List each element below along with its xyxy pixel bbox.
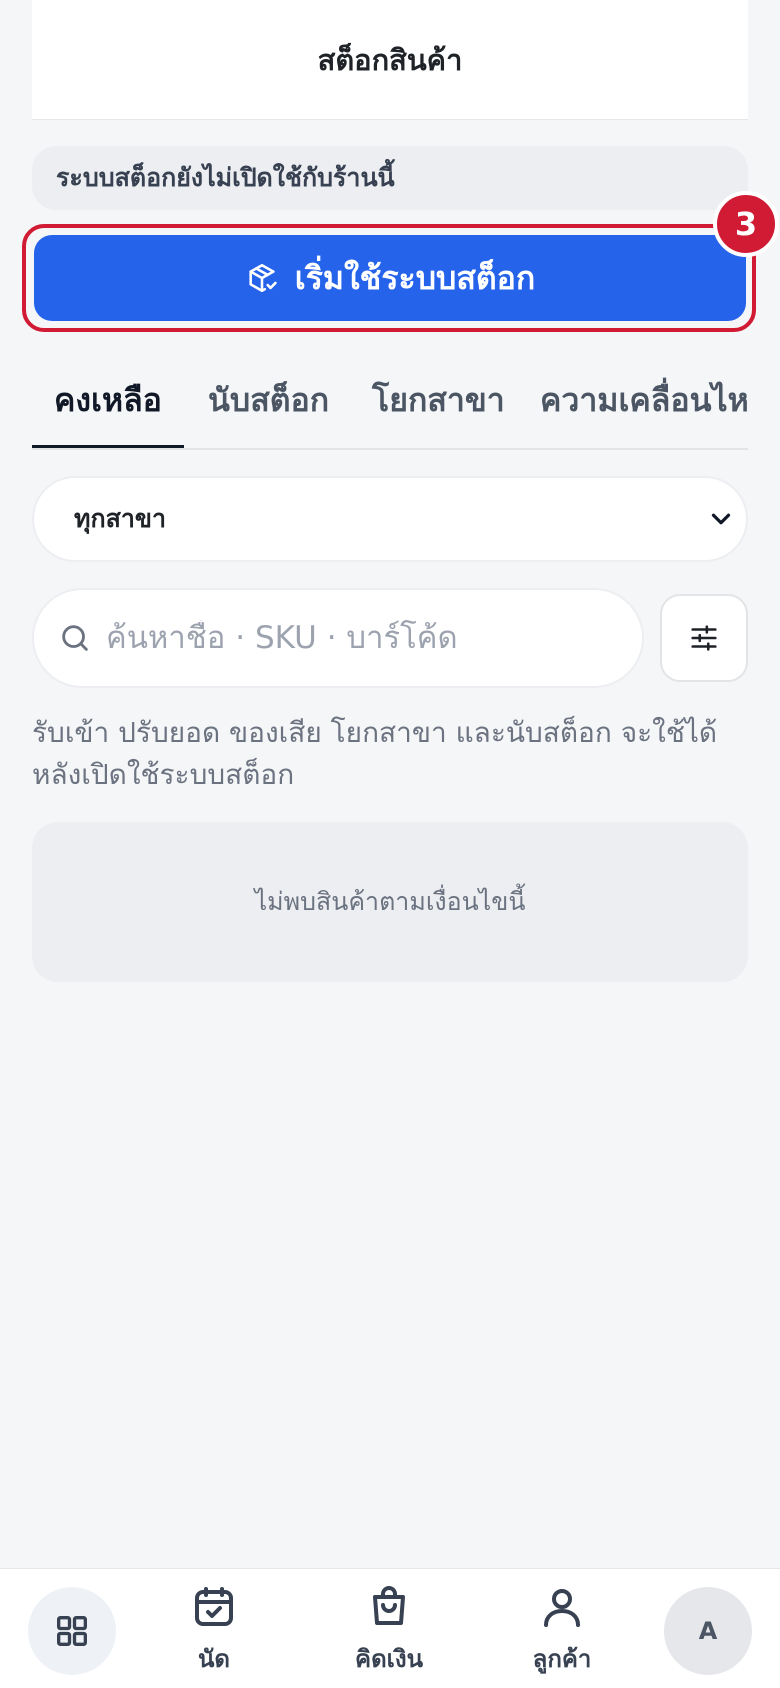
filter-button[interactable] [660,594,748,682]
active-tab-indicator [32,445,184,448]
nav-appointments-label: นัด [198,1645,230,1673]
tab-stock-count[interactable]: นับสต็อก [208,350,329,448]
tab-remaining[interactable]: คงเหลือ [54,350,162,448]
nav-checkout-label: คิดเงิน [355,1645,423,1673]
nav-customers-label: ลูกค้า [532,1645,592,1673]
nav-home-button[interactable] [28,1587,116,1675]
nav-customers[interactable]: ลูกค้า [502,1583,622,1683]
chevron-down-icon [711,513,731,525]
grid-icon [56,1616,87,1646]
user-icon [544,1589,580,1627]
avatar[interactable]: A [664,1587,752,1675]
branch-select[interactable]: ทุกสาขา [32,476,748,562]
app-header: สต็อกสินค้า [32,0,748,120]
shopping-bag-icon [373,1586,405,1625]
start-stock-system-button[interactable]: เริ่มใช้ระบบสต็อก [34,235,746,321]
tab-movement[interactable]: ความเคลื่อนไหว [540,350,748,448]
tab-branch-transfer[interactable]: โยกสาขา [372,350,505,448]
stock-disabled-notice: ระบบสต็อกยังไม่เปิดใช้กับร้านนี้ [32,146,748,210]
page-title: สต็อกสินค้า [317,42,463,77]
nav-checkout[interactable]: คิดเงิน [329,1583,449,1683]
calendar-check-icon [195,1587,233,1626]
search-box [32,588,644,688]
stock-tabs: คงเหลือ นับสต็อก โยกสาขา ความเคลื่อนไหว [32,350,748,450]
empty-state: ไม่พบสินค้าตามเงื่อนไขนี้ [32,822,748,982]
branch-select-value: ทุกสาขา [74,504,167,533]
search-input[interactable] [106,620,606,656]
bottom-nav: นัด คิดเงิน ลูกค้า A [0,1568,780,1688]
package-check-icon [249,263,277,293]
helper-text: รับเข้า ปรับยอด ของเสีย โยกสาขา และนับสต… [32,716,718,791]
nav-appointments[interactable]: นัด [154,1583,274,1683]
step-badge: 3 [713,191,779,257]
sliders-icon [691,625,717,651]
search-icon [62,625,88,651]
start-stock-system-label: เริ่มใช้ระบบสต็อก [294,259,536,296]
stock-page: สต็อกสินค้า ระบบสต็อกยังไม่เปิดใช้กับร้า… [0,0,780,1688]
